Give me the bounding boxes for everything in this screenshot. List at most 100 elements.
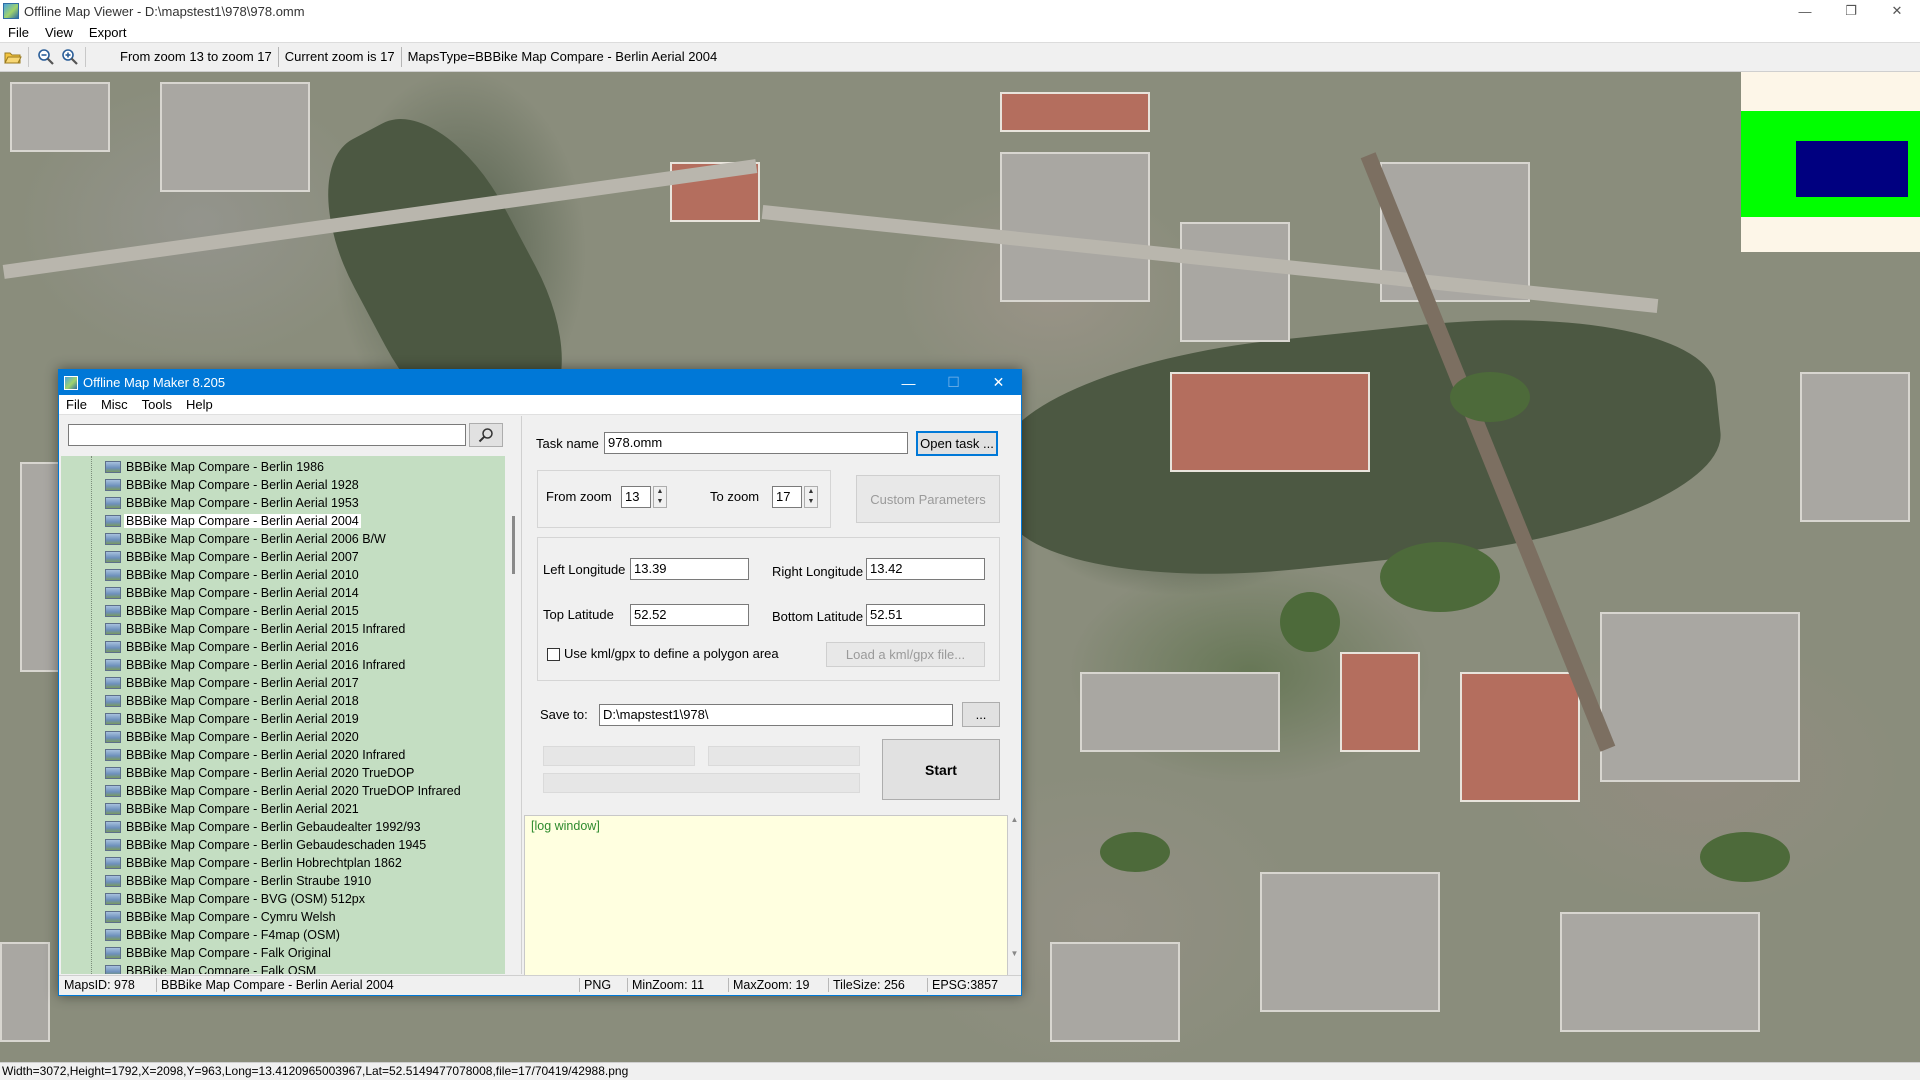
building	[1460, 672, 1580, 802]
dialog-status-bar: MapsID: 978 BBBike Map Compare - Berlin …	[59, 975, 1021, 995]
list-scrollbar-thumb[interactable]	[512, 516, 515, 574]
from-zoom-spinner[interactable]: ▲ ▼	[653, 486, 667, 508]
list-item[interactable]: BBBike Map Compare - Berlin Aerial 2017	[61, 674, 359, 692]
spin-up-icon[interactable]: ▲	[654, 487, 666, 497]
custom-parameters-button[interactable]: Custom Parameters	[856, 475, 1000, 523]
list-item[interactable]: BBBike Map Compare - Berlin 1986	[61, 458, 324, 476]
list-item-label: BBBike Map Compare - Berlin Aerial 2016	[126, 640, 359, 654]
minimize-button[interactable]: —	[1782, 0, 1828, 22]
list-item[interactable]: BBBike Map Compare - Falk OSM	[61, 962, 316, 974]
pane-divider[interactable]	[521, 416, 522, 974]
viewer-status-line: Width=3072,Height=1792,X=2098,Y=963,Long…	[0, 1062, 1920, 1080]
dialog-menu-help[interactable]: Help	[179, 397, 220, 412]
dialog-close-button[interactable]: ✕	[976, 370, 1021, 395]
list-item-label: BBBike Map Compare - Berlin Aerial 2016 …	[126, 658, 406, 672]
from-zoom-field[interactable]: 13	[621, 486, 651, 508]
close-button[interactable]: ✕	[1874, 0, 1920, 22]
list-item[interactable]: BBBike Map Compare - Berlin Aerial 1953	[61, 494, 359, 512]
zoom-range-text: From zoom 13 to zoom 17	[120, 49, 272, 64]
dialog-maximize-button[interactable]: ☐	[931, 370, 976, 395]
list-item[interactable]: BBBike Map Compare - Berlin Aerial 2016	[61, 638, 359, 656]
current-zoom-text: Current zoom is 17	[277, 47, 401, 67]
tree-cluster	[1280, 592, 1340, 652]
right-longitude-label: Right Longitude	[772, 564, 864, 579]
dialog-menu-misc[interactable]: Misc	[94, 397, 135, 412]
log-window[interactable]: [log window]	[524, 815, 1008, 976]
menu-view[interactable]: View	[37, 25, 81, 40]
list-item[interactable]: BBBike Map Compare - BVG (OSM) 512px	[61, 890, 365, 908]
scroll-up-icon[interactable]: ▲	[1008, 815, 1021, 824]
to-zoom-field[interactable]: 17	[772, 486, 802, 508]
list-item[interactable]: BBBike Map Compare - Cymru Welsh	[61, 908, 336, 926]
start-button[interactable]: Start	[882, 739, 1000, 800]
dialog-titlebar[interactable]: Offline Map Maker 8.205 — ☐ ✕	[59, 370, 1021, 395]
list-item[interactable]: BBBike Map Compare - Berlin Aerial 2015 …	[61, 620, 405, 638]
list-item[interactable]: BBBike Map Compare - Berlin Aerial 1928	[61, 476, 359, 494]
tree-cluster	[1700, 832, 1790, 882]
map-source-icon	[105, 533, 121, 545]
list-item[interactable]: BBBike Map Compare - Falk Original	[61, 944, 331, 962]
list-item[interactable]: BBBike Map Compare - Berlin Aerial 2019	[61, 710, 359, 728]
list-item[interactable]: BBBike Map Compare - Berlin Aerial 2020 …	[61, 764, 414, 782]
window-controls: — ❐ ✕	[1782, 0, 1920, 22]
open-folder-icon[interactable]	[2, 46, 24, 68]
to-zoom-spinner[interactable]: ▲ ▼	[804, 486, 818, 508]
spin-down-icon[interactable]: ▼	[654, 497, 666, 507]
right-longitude-field[interactable]: 13.42	[866, 558, 985, 580]
open-task-button[interactable]: Open task ...	[916, 431, 998, 456]
load-kml-button[interactable]: Load a kml/gpx file...	[826, 642, 985, 667]
list-item[interactable]: BBBike Map Compare - Berlin Aerial 2004	[61, 512, 361, 530]
list-item[interactable]: BBBike Map Compare - Berlin Aerial 2020	[61, 728, 359, 746]
progress-bar	[708, 746, 860, 766]
map-search-input[interactable]	[68, 424, 466, 446]
list-item[interactable]: BBBike Map Compare - Berlin Aerial 2007	[61, 548, 359, 566]
status-maps-id: MapsID: 978	[64, 978, 135, 992]
viewer-toolbar: From zoom 13 to zoom 17 Current zoom is …	[0, 42, 1920, 72]
menu-export[interactable]: Export	[81, 25, 135, 40]
list-item[interactable]: BBBike Map Compare - Berlin Aerial 2014	[61, 584, 359, 602]
overview-viewport[interactable]	[1796, 141, 1908, 197]
list-item[interactable]: BBBike Map Compare - F4map (OSM)	[61, 926, 340, 944]
kml-checkbox-label[interactable]: Use kml/gpx to define a polygon area	[564, 646, 779, 661]
spin-down-icon[interactable]: ▼	[805, 497, 817, 507]
map-source-list[interactable]: BBBike Map Compare - Berlin 1986 BBBike M…	[61, 456, 505, 974]
list-item-label: BBBike Map Compare - Berlin Aerial 2015 …	[126, 622, 406, 636]
scroll-down-icon[interactable]: ▼	[1008, 949, 1021, 958]
zoom-in-icon[interactable]	[59, 46, 81, 68]
list-item[interactable]: BBBike Map Compare - Berlin Aerial 2020 …	[61, 782, 461, 800]
list-item[interactable]: BBBike Map Compare - Berlin Aerial 2010	[61, 566, 359, 584]
task-name-field[interactable]: 978.omm	[604, 432, 908, 454]
list-item[interactable]: BBBike Map Compare - Berlin Gebaudeschad…	[61, 836, 426, 854]
overview-minimap[interactable]	[1741, 72, 1920, 252]
list-item[interactable]: BBBike Map Compare - Berlin Aerial 2016 …	[61, 656, 405, 674]
list-item[interactable]: BBBike Map Compare - Berlin Hobrechtplan…	[61, 854, 402, 872]
top-latitude-field[interactable]: 52.52	[630, 604, 749, 626]
list-item[interactable]: BBBike Map Compare - Berlin Aerial 2021	[61, 800, 359, 818]
map-source-icon	[105, 785, 121, 797]
log-text: [log window]	[531, 819, 600, 833]
maximize-button[interactable]: ❐	[1828, 0, 1874, 22]
list-item[interactable]: BBBike Map Compare - Berlin Aerial 2018	[61, 692, 359, 710]
list-item[interactable]: BBBike Map Compare - Berlin Gebaudealter…	[61, 818, 421, 836]
search-button[interactable]	[469, 423, 503, 447]
dialog-minimize-button[interactable]: —	[886, 370, 931, 395]
list-item[interactable]: BBBike Map Compare - Berlin Straube 1910	[61, 872, 371, 890]
list-item[interactable]: BBBike Map Compare - Berlin Aerial 2015	[61, 602, 359, 620]
spin-up-icon[interactable]: ▲	[805, 487, 817, 497]
log-scrollbar[interactable]: ▲ ▼	[1008, 815, 1021, 976]
tree-cluster	[1380, 542, 1500, 612]
save-to-field[interactable]: D:\mapstest1\978\	[599, 704, 953, 726]
list-item[interactable]: BBBike Map Compare - Berlin Aerial 2020 …	[61, 746, 405, 764]
menu-file[interactable]: File	[0, 25, 37, 40]
list-item[interactable]: BBBike Map Compare - Berlin Aerial 2006 …	[61, 530, 386, 548]
bottom-latitude-field[interactable]: 52.51	[866, 604, 985, 626]
kml-checkbox[interactable]	[547, 648, 560, 661]
dialog-menu-tools[interactable]: Tools	[135, 397, 179, 412]
zoom-out-icon[interactable]	[35, 46, 57, 68]
browse-button[interactable]: ...	[962, 702, 1000, 727]
map-source-icon	[105, 569, 121, 581]
list-item-label: BBBike Map Compare - Berlin Gebaudeschad…	[126, 838, 427, 852]
list-item-label: BBBike Map Compare - Berlin Aerial 2021	[126, 802, 359, 816]
dialog-menu-file[interactable]: File	[59, 397, 94, 412]
left-longitude-field[interactable]: 13.39	[630, 558, 749, 580]
